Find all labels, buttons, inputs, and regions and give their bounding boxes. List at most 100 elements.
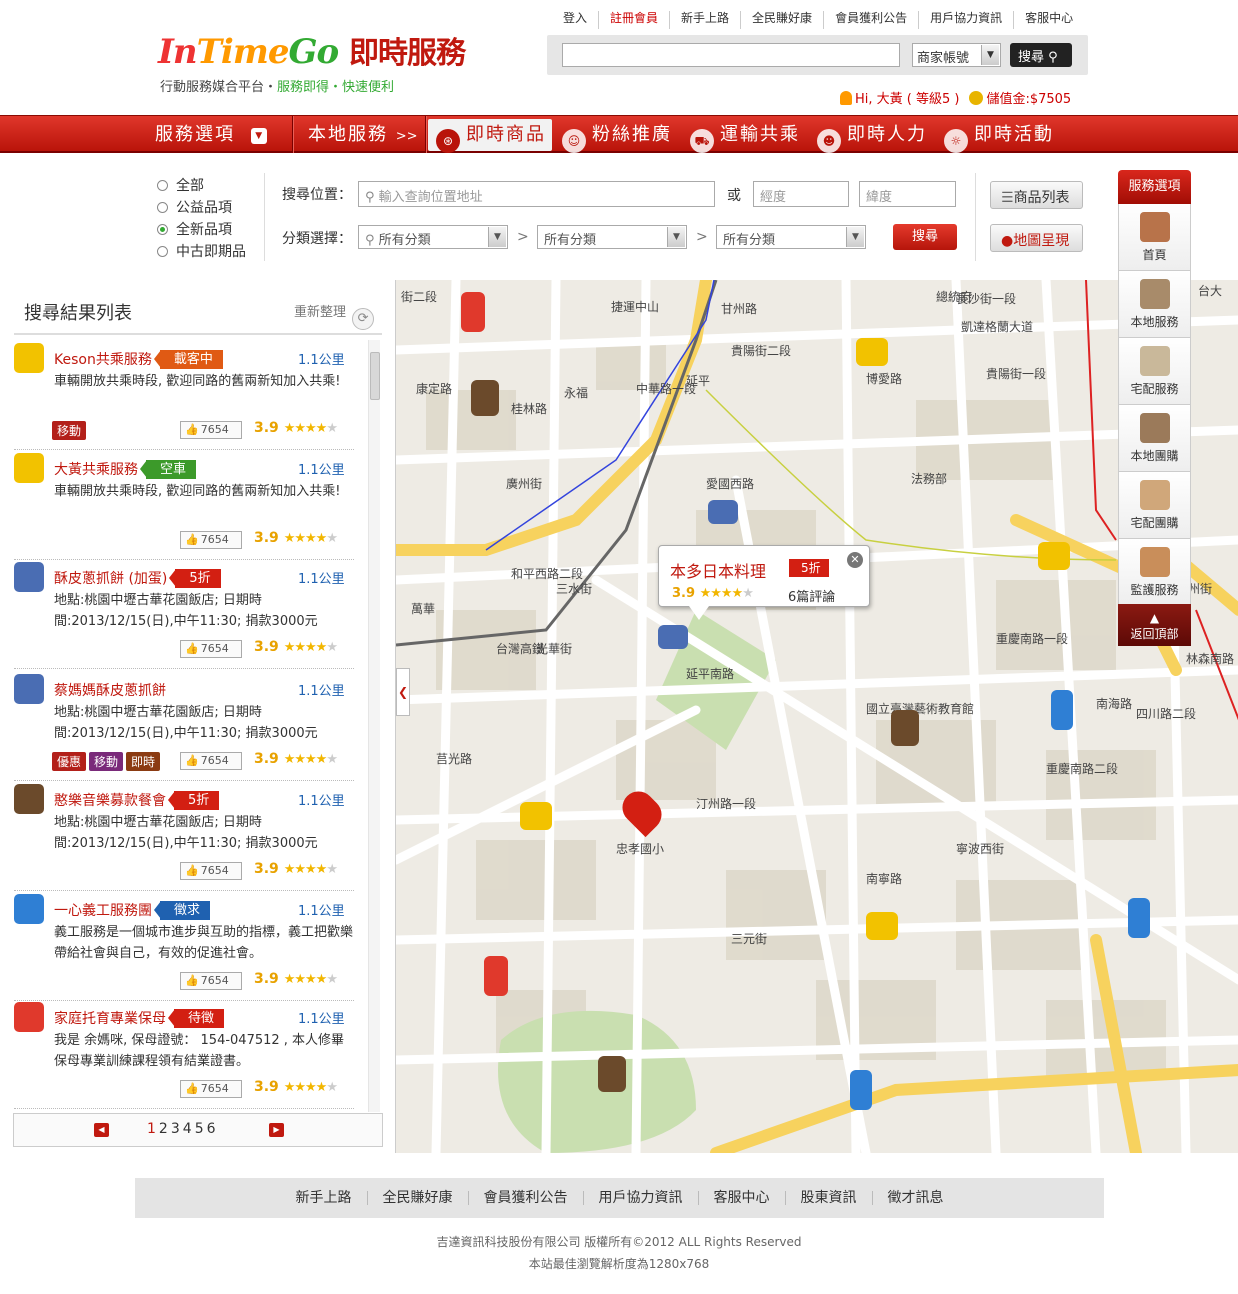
like-button[interactable]: 👍 7654 [180,531,242,549]
list-view-button[interactable]: ☰商品列表 [990,181,1083,209]
like-button[interactable]: 👍 7654 [180,752,242,770]
category-select-2[interactable]: 所有分類 ▼ [537,225,687,249]
page-5[interactable]: 5 [195,1121,207,1137]
stored-value[interactable]: 儲值金:$7505 [986,92,1071,107]
volunteer-marker[interactable] [1128,898,1150,938]
results-scrollbar[interactable] [368,340,380,1112]
list-item[interactable]: 蔡媽媽酥皮蔥抓餅 1.1公里 地點:桃園中壢古華花園飯店; 日期時間:2013/12… [14,671,354,781]
radio-all[interactable]: 全部 [157,175,204,195]
nav-service-options[interactable]: 服務選項 ▼ [155,116,267,153]
like-button[interactable]: 👍 7654 [180,1080,242,1098]
latitude-input[interactable]: 緯度 [859,181,956,207]
footer-link[interactable]: 會員獲利公告 [467,1191,583,1205]
top-link-partner[interactable]: 用戶協力資訊 [918,11,1013,29]
popup-name[interactable]: 本多日本料理 [670,558,766,582]
collapse-panel-icon[interactable]: ❮ [396,668,410,716]
thumbs-up-icon: 👍 [185,423,199,436]
item-name[interactable]: 憨樂音樂募款餐會 5折 [54,790,220,810]
side-item-local-service[interactable]: 本地服務 [1118,271,1191,338]
taxi-marker[interactable] [866,912,898,940]
top-link-announce[interactable]: 會員獲利公告 [823,11,918,29]
store-marker[interactable] [658,625,688,649]
footer-link[interactable]: 股東資訊 [784,1191,872,1205]
taxi-marker[interactable] [856,338,888,366]
page-1[interactable]: 1 [147,1121,159,1137]
footer-link[interactable]: 徵才訊息 [871,1191,959,1205]
list-item[interactable]: 大黃共乘服務 空車 1.1公里 車輛開放共乘時段, 歡迎同路的舊兩新知加入共乘! 👍 76… [14,450,354,560]
like-button[interactable]: 👍 7654 [180,421,242,439]
volunteer-marker[interactable] [850,1070,872,1110]
back-to-top-button[interactable]: ▲ 返回頂部 [1118,604,1191,646]
refresh-button[interactable]: 重新整理 ⟳ [294,301,375,330]
search-button[interactable]: 搜尋 ⚲ [1010,43,1072,67]
next-page-icon[interactable]: ▶ [269,1123,284,1137]
footer-link[interactable]: 客服中心 [697,1191,785,1205]
taxi-marker[interactable] [1038,542,1070,570]
radio-used[interactable]: 中古即期品 [157,241,246,261]
like-button[interactable]: 👍 7654 [180,972,242,990]
top-link-login[interactable]: 登入 [552,11,598,29]
map-view-button[interactable]: ●地圖呈現 [990,224,1083,252]
top-link-register[interactable]: 註冊會員 [598,11,669,29]
nav-events[interactable]: ☼ 即時活動 [944,116,1054,153]
popup-reviews[interactable]: 6篇評論 [788,586,835,605]
page-6[interactable]: 6 [207,1121,219,1137]
page-4[interactable]: 4 [183,1121,195,1137]
footer-link[interactable]: 全民賺好康 [366,1191,468,1205]
list-item[interactable]: 家庭托育專業保母 待徵 1.1公里 我是 余媽咪, 保母證號： 154-047512 … [14,999,354,1109]
top-link-beginner[interactable]: 新手上路 [669,11,740,29]
volunteer-marker[interactable] [1051,690,1073,730]
site-logo[interactable]: InTimeGo 即時服務 行動服務媒合平台・服務即得・快速便利 [158,28,498,98]
close-icon[interactable]: ✕ [847,552,863,568]
filter-search-button[interactable]: 搜尋 [893,224,957,250]
map-area[interactable]: 街二段捷運中山甘州路台大延平永福寧波西街光華街南昌路和平西路二段愛國西路福州街忠… [395,280,1238,1153]
nav-manpower[interactable]: ☻ 即時人力 [817,116,927,153]
nav-instant-goods[interactable]: ⊛ 即時商品 [428,119,552,153]
longitude-input[interactable]: 經度 [753,181,849,207]
footer-link[interactable]: 用戶協力資訊 [582,1191,698,1205]
map-popup[interactable]: 本多日本料理 5折 3.9 ★★★★★ 6篇評論 ✕ [658,545,870,620]
store-marker[interactable] [708,500,738,524]
side-item-delivery-group[interactable]: 宅配團購 [1118,472,1191,539]
list-item[interactable]: Keson共乘服務 載客中 1.1公里 車輛開放共乘時段, 歡迎同路的舊兩新知加入共乘… [14,340,354,450]
musician-marker[interactable] [471,380,499,416]
location-input[interactable]: ⚲ 輸入查詢位置地址 [358,181,715,207]
list-item[interactable]: 酥皮蔥抓餅 (加蛋) 5折 1.1公里 地點:桃園中壢古華花園飯店; 日期時間:201… [14,559,354,669]
person-marker[interactable] [484,956,508,996]
search-input[interactable] [562,43,900,67]
footer-link[interactable]: 新手上路 [281,1191,367,1205]
category-select-1[interactable]: ⚲ 所有分類 ▼ [358,225,508,249]
nav-fan-promo[interactable]: ☺ 粉絲推廣 [562,116,672,153]
list-item[interactable]: 憨樂音樂募款餐會 5折 1.1公里 地點:桃園中壢古華花園飯店; 日期時間:2013/… [14,781,354,891]
side-item-delivery[interactable]: 宅配服務 [1118,338,1191,405]
page-2[interactable]: 2 [159,1121,171,1137]
user-greeting[interactable]: Hi, 大黃 ( 等級5 ) [855,92,959,107]
like-button[interactable]: 👍 7654 [180,640,242,658]
item-name[interactable]: 一心義工服務團 徵求 [54,900,211,920]
radio-new[interactable]: 全新品項 [157,219,232,239]
musician-marker[interactable] [891,710,919,746]
prev-page-icon[interactable]: ◀ [94,1123,109,1137]
item-name[interactable]: 酥皮蔥抓餅 (加蛋) 5折 [54,568,221,588]
top-link-support[interactable]: 客服中心 [1013,11,1084,29]
item-name[interactable]: Keson共乘服務 載客中 [54,349,223,369]
side-item-local-group[interactable]: 本地團購 [1118,405,1191,472]
item-name[interactable]: 家庭托育專業保母 待徵 [54,1008,225,1028]
category-select-3[interactable]: 所有分類 ▼ [716,225,866,249]
item-name[interactable]: 蔡媽媽酥皮蔥抓餅 [54,680,166,700]
item-name[interactable]: 大黃共乘服務 空車 [54,459,197,479]
side-item-care[interactable]: 監護服務 [1118,539,1191,606]
like-button[interactable]: 👍 7654 [180,862,242,880]
scrollbar-thumb[interactable] [370,352,380,400]
page-3[interactable]: 3 [171,1121,183,1137]
search-type-select[interactable]: 商家帳號 ▼ [912,43,1001,67]
top-link-bonus[interactable]: 全民賺好康 [740,11,823,29]
person-marker[interactable] [461,292,485,332]
musician-marker[interactable] [598,1056,626,1092]
nav-transport[interactable]: ⛟ 運輸共乘 [690,116,800,153]
list-item[interactable]: 一心義工服務團 徵求 1.1公里 義工服務是一個城市進步與互助的指標，義工把歡樂帶給社… [14,891,354,1001]
taxi-marker[interactable] [520,802,552,830]
radio-charity[interactable]: 公益品項 [157,197,232,217]
side-item-home[interactable]: 首頁 [1118,204,1191,271]
nav-local-service[interactable]: 本地服務 >> [308,116,418,153]
